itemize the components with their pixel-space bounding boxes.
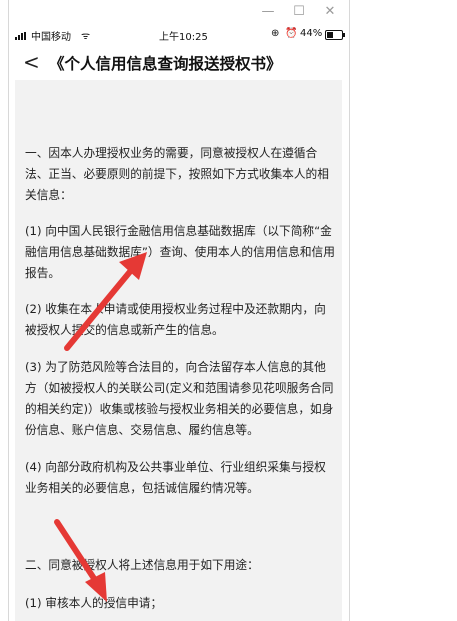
battery-icon <box>325 30 345 40</box>
paragraph-3: (2) 收集在本人申请或使用授权业务过程中及还款期内，向被授权人提交的信息或新产… <box>25 302 326 337</box>
chevron-left-icon[interactable]: < <box>23 52 40 72</box>
signal-icon <box>15 32 29 40</box>
paragraph-7: (1) 审核本人的授信申请； <box>25 596 163 610</box>
close-icon[interactable]: ✕ <box>321 3 339 21</box>
paragraph-4: (3) 为了防范风险等合法目的，向合法留存本人信息的其他方（如被授权人的关联公司… <box>25 360 334 437</box>
lock-rotation-icon: ⊕ <box>271 28 280 39</box>
alarm-icon: ⏰ <box>285 28 298 39</box>
status-bar: 中国移动 ᯤ 上午10:25 ⊕ ⏰ 44% <box>9 24 349 46</box>
battery-percent: 44% <box>300 28 323 39</box>
wifi-icon: ᯤ <box>81 31 91 42</box>
paragraph-1: 一、因本人办理授权业务的需要，同意被授权人在遵循合法、正当、必要原则的前提下，按… <box>25 146 329 202</box>
paragraph-5: (4) 向部分政府机构及公共事业单位、行业组织采集与授权业务相关的必要信息，包括… <box>25 460 326 495</box>
document-content[interactable]: 一、因本人办理授权业务的需要，同意被授权人在遵循合法、正当、必要原则的前提下，按… <box>15 80 342 621</box>
nav-bar: < 《个人信用信息查询报送授权书》 <box>9 46 349 78</box>
app-window: — ☐ ✕ 中国移动 ᯤ 上午10:25 ⊕ ⏰ 44% < 《个人信用信息查询… <box>8 0 350 621</box>
paragraph-2: (1) 向中国人民银行金融信用信息基础数据库（以下简称“金融信用信息基础数据库”… <box>25 224 335 280</box>
maximize-icon[interactable]: ☐ <box>290 3 308 21</box>
clock: 上午10:25 <box>159 32 208 43</box>
carrier-label: 中国移动 <box>31 32 71 43</box>
minimize-icon[interactable]: — <box>259 3 277 21</box>
window-titlebar: — ☐ ✕ <box>9 0 349 24</box>
paragraph-6: 二、同意被授权人将上述信息用于如下用途： <box>25 558 259 572</box>
page-title: 《个人信用信息查询报送授权书》 <box>49 55 282 73</box>
